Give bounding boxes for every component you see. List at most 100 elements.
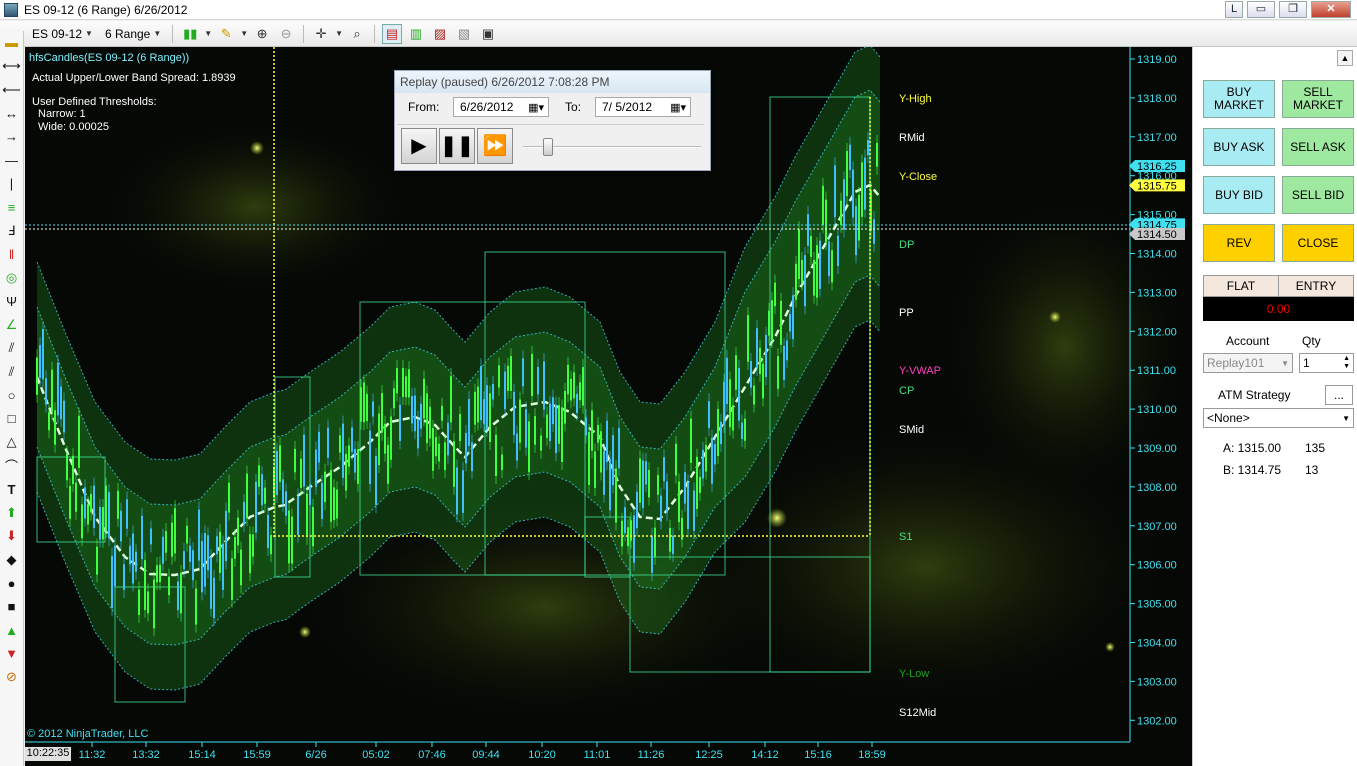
magnifier-icon[interactable]: ⌕ — [347, 24, 367, 44]
pause-button[interactable]: ❚❚ — [439, 127, 475, 164]
price-tick-label: 1308.00 — [1137, 482, 1177, 494]
extended-line-icon[interactable]: ↔ — [1, 102, 23, 126]
slider-thumb[interactable] — [543, 137, 554, 156]
strategies-icon[interactable]: ▥ — [406, 24, 426, 44]
candle-body — [762, 363, 764, 399]
properties-icon[interactable]: ▧ — [454, 24, 474, 44]
chart-app-icon — [4, 2, 18, 17]
sell-market-button[interactable]: SELL MARKET — [1282, 80, 1354, 118]
snapshot-icon[interactable]: ▣ — [478, 24, 498, 44]
candle-body — [393, 388, 395, 409]
indicators-icon[interactable]: ▨ — [430, 24, 450, 44]
candle-body — [522, 358, 524, 387]
candle-body — [264, 487, 266, 504]
reverse-button[interactable]: REV — [1203, 224, 1275, 262]
candle-body — [195, 588, 197, 625]
arrow-down-icon[interactable]: ⬇ — [1, 525, 23, 549]
bar-style-icon[interactable]: ▮▮ — [180, 24, 200, 44]
triangle-icon[interactable]: △ — [1, 431, 23, 455]
fibonacci-extension-icon[interactable]: Ⅎ — [1, 219, 23, 243]
candle-body — [600, 431, 602, 473]
vertical-line-icon[interactable]: | — [1, 172, 23, 196]
candle-body — [99, 507, 101, 540]
chevron-down-icon[interactable]: ▼ — [335, 29, 343, 38]
chart-toolbar: ES 09-12 ▼ 6 Range ▼ ▮▮ ▼ ✎ ▼ ⊕ ⊖ ✛ ▼ ⌕ … — [0, 21, 1357, 47]
crosshair-icon[interactable]: ✛ — [311, 24, 331, 44]
candle-body — [579, 382, 581, 401]
close-position-button[interactable]: CLOSE — [1282, 224, 1354, 262]
pencil-icon[interactable]: ✎ — [216, 24, 236, 44]
candle-body — [276, 450, 278, 496]
stepper-arrows-icon[interactable]: ▲ ▼ — [1343, 355, 1350, 371]
zoom-out-icon[interactable]: ⊖ — [276, 24, 296, 44]
rectangle-icon[interactable]: □ — [1, 407, 23, 431]
candle-body — [180, 572, 182, 614]
to-date-picker[interactable]: 7/ 5/2012 ▦▾ — [595, 97, 691, 117]
from-date-picker[interactable]: 6/26/2012 ▦▾ — [453, 97, 549, 117]
calendar-icon[interactable]: ▦▾ — [528, 101, 544, 114]
chevron-down-icon: ▼ — [1342, 413, 1350, 423]
account-select[interactable]: Replay101 ▼ — [1203, 353, 1293, 373]
sell-bid-button[interactable]: SELL BID — [1282, 176, 1354, 214]
background-star — [1105, 642, 1115, 652]
arrow-line-icon[interactable]: → — [1, 125, 23, 149]
diamond-icon[interactable]: ◆ — [1, 548, 23, 572]
dot-icon[interactable]: ● — [1, 572, 23, 596]
ruler-icon[interactable]: ▬ — [1, 31, 23, 55]
sell-ask-button[interactable]: SELL ASK — [1282, 128, 1354, 166]
time-tick-label: 13:32 — [132, 749, 160, 761]
candle-body — [834, 165, 836, 218]
line-icon[interactable]: ⟷ — [1, 55, 23, 79]
candle-body — [477, 386, 479, 423]
fibonacci-circle-icon[interactable]: ◎ — [1, 266, 23, 290]
candle-body — [48, 412, 50, 431]
qty-stepper[interactable]: 1 ▲ ▼ — [1299, 353, 1354, 373]
candle-body — [255, 481, 257, 533]
candle-body — [120, 510, 122, 542]
horizontal-line-icon[interactable]: — — [1, 149, 23, 173]
level-label: CP — [899, 385, 914, 397]
andrews-pitchfork-icon[interactable]: Ψ — [1, 290, 23, 314]
chevron-down-icon[interactable]: ▼ — [204, 29, 212, 38]
arc-icon[interactable]: ⌒ — [1, 454, 23, 478]
replay-speed-slider[interactable] — [523, 136, 701, 156]
candle-body — [744, 418, 746, 441]
atm-more-button[interactable]: ... — [1325, 385, 1353, 405]
chevron-down-icon[interactable]: ▼ — [240, 29, 248, 38]
regression-channel-icon[interactable]: ⫽ — [1, 337, 23, 361]
remove-drawings-icon[interactable]: ⊘ — [1, 666, 23, 690]
triangle-down-icon[interactable]: ▼ — [1, 642, 23, 666]
scroll-up-button[interactable]: ▲ — [1337, 50, 1353, 66]
buy-bid-button[interactable]: BUY BID — [1203, 176, 1275, 214]
price-tick-label: 1302.00 — [1137, 715, 1177, 727]
link-button[interactable]: L — [1225, 1, 1243, 18]
square-icon[interactable]: ■ — [1, 595, 23, 619]
fast-forward-button[interactable]: ⏩ — [477, 127, 513, 164]
play-button[interactable]: ▶ — [401, 127, 437, 164]
trend-channel-icon[interactable]: ⫽ — [1, 360, 23, 384]
chart-trader-icon[interactable]: ▤ — [382, 23, 403, 44]
buy-ask-button[interactable]: BUY ASK — [1203, 128, 1275, 166]
candle-body — [363, 382, 365, 423]
buy-market-button[interactable]: BUY MARKET — [1203, 80, 1275, 118]
arrow-up-icon[interactable]: ⬆ — [1, 501, 23, 525]
calendar-icon[interactable]: ▦▾ — [670, 101, 686, 114]
interval-selector[interactable]: 6 Range ▼ — [101, 24, 165, 44]
candle-body — [39, 345, 41, 378]
instrument-selector[interactable]: ES 09-12 ▼ — [28, 24, 97, 44]
candle-body — [69, 485, 71, 519]
fibonacci-time-icon[interactable]: ‖ — [1, 243, 23, 267]
gann-fan-icon[interactable]: ∠ — [1, 313, 23, 337]
zoom-in-icon[interactable]: ⊕ — [252, 24, 272, 44]
close-window-button[interactable]: ✕ — [1311, 1, 1351, 18]
candle-body — [126, 499, 128, 529]
text-icon[interactable]: T — [1, 478, 23, 502]
ray-icon[interactable]: ⟵ — [1, 78, 23, 102]
triangle-up-icon[interactable]: ▲ — [1, 619, 23, 643]
channel-icon[interactable]: ≡ — [1, 196, 23, 220]
atm-strategy-select[interactable]: <None> ▼ — [1203, 408, 1354, 428]
candle-body — [402, 367, 404, 397]
restore-button[interactable]: ❐ — [1279, 1, 1307, 18]
minimize-button[interactable]: ▭ — [1247, 1, 1275, 18]
ellipse-icon[interactable]: ○ — [1, 384, 23, 408]
